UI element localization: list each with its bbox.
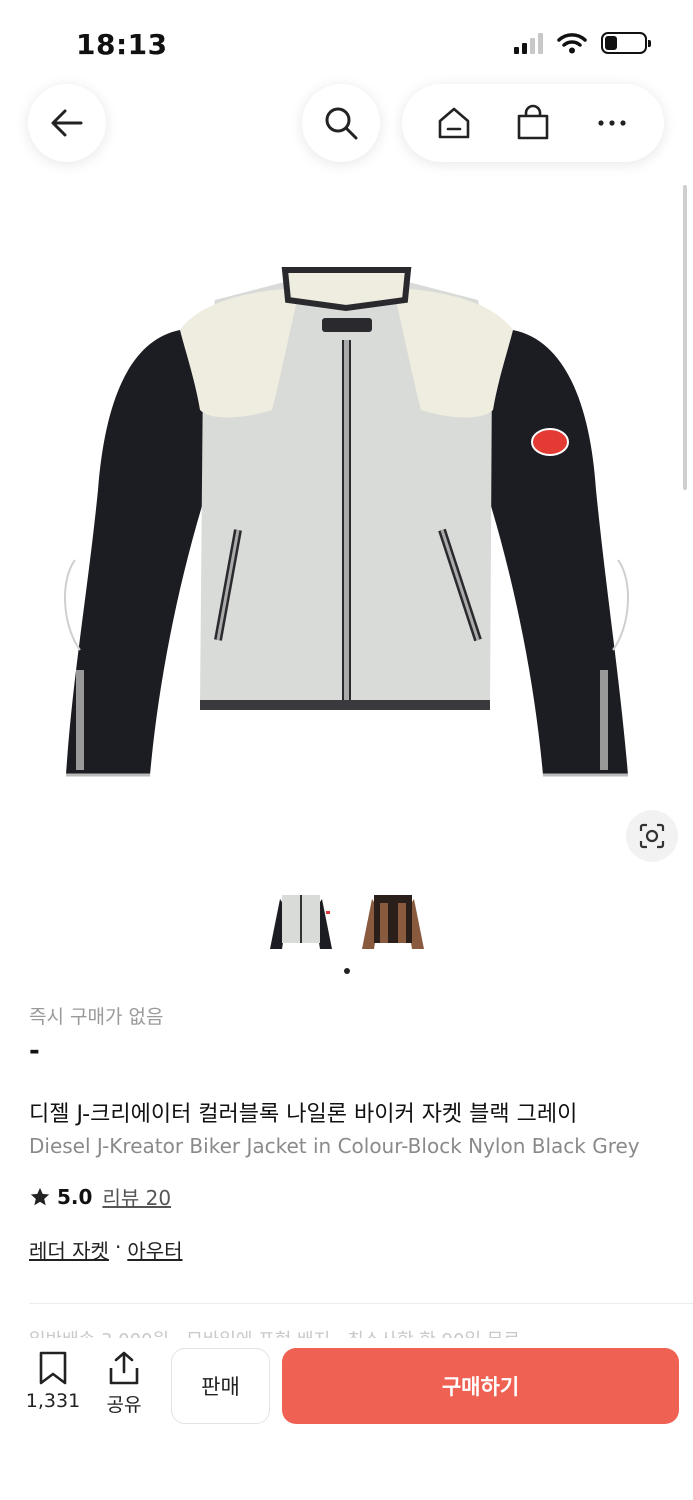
shopping-bag-icon <box>517 104 549 140</box>
search-button[interactable] <box>302 84 380 162</box>
thumbnail-brown-image <box>361 895 424 949</box>
star-icon <box>30 1187 50 1205</box>
rating-row: 5.0 리뷰 20 <box>29 1182 171 1211</box>
battery-icon <box>601 32 651 54</box>
wifi-icon <box>557 33 587 54</box>
more-button[interactable] <box>582 93 642 153</box>
divider <box>29 1303 693 1304</box>
product-image[interactable] <box>0 230 693 810</box>
category-links: 레더 자켓 · 아우터 <box>29 1235 183 1264</box>
status-bar: 18:13 <box>0 0 693 90</box>
visual-search-button[interactable] <box>626 810 678 862</box>
thumbnail-brown[interactable] <box>357 882 429 958</box>
back-icon <box>51 109 83 137</box>
buy-button[interactable]: 구매하기 <box>282 1348 679 1424</box>
home-icon <box>438 107 469 139</box>
category-link-leather-jacket[interactable]: 레더 자켓 <box>29 1235 109 1264</box>
thumbnail-grey-image <box>269 895 332 949</box>
thumbnail-grey[interactable] <box>265 882 337 958</box>
availability-text: 즉시 구매가 없음 <box>29 1006 164 1028</box>
share-label: 공유 <box>106 1394 142 1416</box>
review-link[interactable]: 리뷰 20 <box>102 1182 171 1211</box>
share-button[interactable]: 공유 <box>96 1350 152 1417</box>
share-icon <box>109 1351 139 1385</box>
sell-button[interactable]: 판매 <box>171 1348 270 1424</box>
product-title-ko: 디젤 J-크리에이터 컬러블록 나일론 바이커 자켓 블랙 그레이 <box>29 1102 578 1127</box>
status-icons <box>514 32 651 54</box>
bookmark-icon <box>39 1351 67 1385</box>
bookmark-count: 1,331 <box>25 1390 81 1412</box>
cellular-signal-icon <box>514 32 543 54</box>
category-separator: · <box>114 1235 122 1259</box>
image-pagination <box>0 968 693 974</box>
jacket-illustration <box>63 267 630 777</box>
search-icon <box>325 107 358 140</box>
shopping-bag-button[interactable] <box>503 93 563 153</box>
home-button[interactable] <box>424 93 484 153</box>
more-icon <box>598 120 626 126</box>
bottom-action-bar: 1,331 공유 판매 구매하기 <box>0 1338 693 1500</box>
rating-value: 5.0 <box>57 1184 93 1209</box>
nav-action-group <box>402 84 664 162</box>
category-link-outer[interactable]: 아우터 <box>127 1235 182 1264</box>
lens-icon <box>639 823 665 849</box>
product-title-en: Diesel J-Kreator Biker Jacket in Colour-… <box>29 1134 640 1158</box>
status-time: 18:13 <box>76 28 168 61</box>
delivery-info-peek: 일반배송 3,000원 · 모바일에 표현 배지 · 최소사항 한 90일 무료… <box>29 1326 693 1338</box>
back-button[interactable] <box>28 84 106 162</box>
price: - <box>29 1036 40 1066</box>
pagination-dot-active <box>343 968 350 974</box>
bookmark-button[interactable]: 1,331 <box>22 1350 84 1412</box>
thumbnail-strip <box>0 882 693 962</box>
